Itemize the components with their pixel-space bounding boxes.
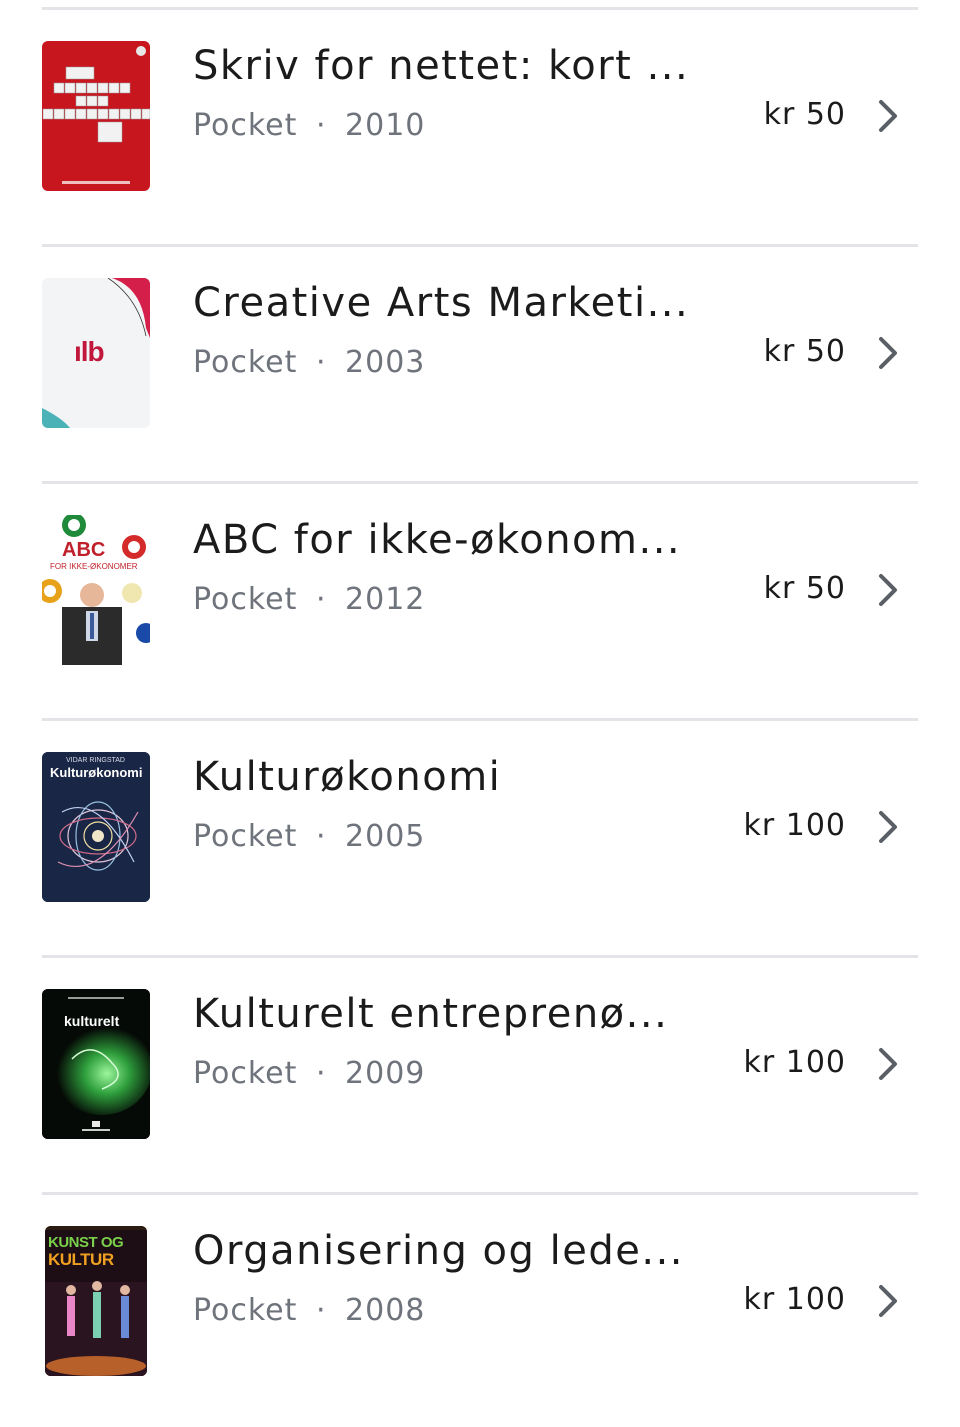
meta-separator: ·	[315, 345, 327, 380]
item-year: 2008	[345, 1293, 426, 1328]
item-title: Kulturelt entreprenø...	[193, 991, 669, 1037]
item-title: Creative Arts Marketi...	[193, 280, 690, 326]
chevron-right-icon	[879, 811, 897, 843]
meta-separator: ·	[315, 582, 327, 617]
chevron-right-icon	[879, 100, 897, 132]
item-title: Skriv for nettet: kort ...	[193, 43, 690, 89]
list-item[interactable]: ABC FOR IKKE-ØKONOMER ABC for ikke-økono…	[0, 484, 960, 721]
cover-author: VIDAR RINGSTAD	[66, 757, 125, 764]
item-meta: Pocket · 2003	[193, 345, 425, 380]
meta-separator: ·	[315, 108, 327, 143]
item-format: Pocket	[193, 1056, 298, 1091]
item-year: 2005	[345, 819, 426, 854]
item-price: kr 50	[763, 334, 846, 369]
cover-title: kulturelt	[64, 1013, 120, 1029]
item-year: 2010	[345, 108, 426, 143]
cover-title: ABC	[62, 539, 106, 561]
item-title: Organisering og lede...	[193, 1228, 685, 1274]
item-title: ABC for ikke-økonom...	[193, 517, 682, 563]
list-item[interactable]: ılb Creative Arts Marketi... Pocket · 20…	[0, 247, 960, 484]
item-meta: Pocket · 2012	[193, 582, 425, 617]
chevron-right-icon	[879, 574, 897, 606]
list-item[interactable]: kulturelt Kulturelt entreprenø... Pocket…	[0, 958, 960, 1195]
list-item[interactable]: KUNST OG KULTUR Organisering og lede... …	[0, 1195, 960, 1427]
item-price: kr 50	[763, 571, 846, 606]
chevron-right-icon	[879, 1048, 897, 1080]
book-cover-abc-balls-icon: ABC FOR IKKE-ØKONOMER	[42, 515, 150, 665]
item-title: Kulturøkonomi	[193, 754, 502, 800]
item-format: Pocket	[193, 819, 298, 854]
item-year: 2009	[345, 1056, 426, 1091]
list-item[interactable]: Skriv for nettet: kort ... Pocket · 2010…	[0, 10, 960, 247]
item-price: kr 50	[763, 97, 846, 132]
cover-title: KUNST OG	[48, 1234, 124, 1251]
publisher-logo: ılb	[74, 336, 105, 367]
item-meta: Pocket · 2008	[193, 1293, 425, 1328]
chevron-right-icon	[879, 337, 897, 369]
cover-subtitle: FOR IKKE-ØKONOMER	[50, 562, 138, 571]
item-format: Pocket	[193, 345, 298, 380]
item-format: Pocket	[193, 108, 298, 143]
item-meta: Pocket · 2005	[193, 819, 425, 854]
item-format: Pocket	[193, 1293, 298, 1328]
cover-title: Kulturøkonomi	[50, 765, 143, 780]
list-item[interactable]: VIDAR RINGSTAD Kulturøkonomi Kulturøkono…	[0, 721, 960, 958]
meta-separator: ·	[315, 1293, 327, 1328]
item-price: kr 100	[743, 1282, 846, 1317]
item-meta: Pocket · 2009	[193, 1056, 425, 1091]
book-cover-white-logo-icon: ılb	[42, 278, 150, 428]
book-cover-red-crossword-icon	[42, 41, 150, 191]
meta-separator: ·	[315, 819, 327, 854]
book-cover-green-glow-icon: kulturelt	[42, 989, 150, 1139]
item-year: 2003	[345, 345, 426, 380]
meta-separator: ·	[315, 1056, 327, 1091]
book-cover-dancers-icon: KUNST OG KULTUR	[45, 1226, 147, 1376]
item-meta: Pocket · 2010	[193, 108, 425, 143]
item-price: kr 100	[743, 808, 846, 843]
item-price: kr 100	[743, 1045, 846, 1080]
cover-subtitle: KULTUR	[48, 1250, 114, 1269]
book-cover-dark-blue-abstract-icon: VIDAR RINGSTAD Kulturøkonomi	[42, 752, 150, 902]
chevron-right-icon	[879, 1285, 897, 1317]
item-format: Pocket	[193, 582, 298, 617]
item-year: 2012	[345, 582, 426, 617]
